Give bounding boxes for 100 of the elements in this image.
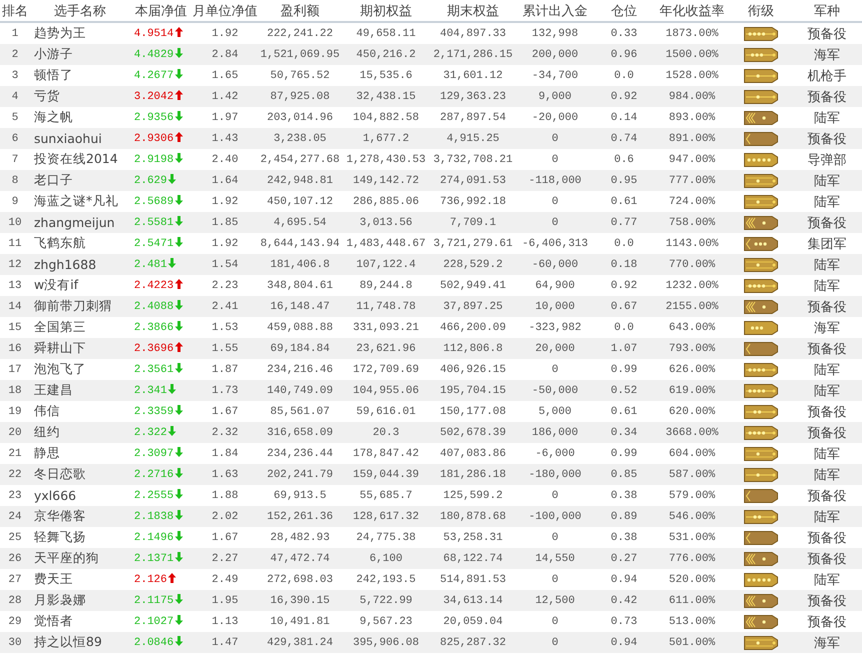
table-cell: 1.07 bbox=[594, 338, 654, 359]
net-value: 2.3696 bbox=[134, 343, 174, 355]
net-value: 2.4223 bbox=[134, 280, 174, 292]
table-cell: 5 bbox=[0, 107, 30, 128]
table-cell: 5,722.99 bbox=[342, 590, 430, 611]
table-cell: -20,000 bbox=[516, 107, 594, 128]
table-cell: 180,878.68 bbox=[430, 506, 516, 527]
table-cell: 31,601.12 bbox=[430, 65, 516, 86]
table-cell: 20,059.04 bbox=[430, 611, 516, 632]
table-cell: 御前带刀刺猬 bbox=[30, 296, 130, 317]
table-cell: 纽约 bbox=[30, 422, 130, 443]
table-cell: 104,882.58 bbox=[342, 107, 430, 128]
table-cell: 0.42 bbox=[594, 590, 654, 611]
table-cell: 0.89 bbox=[594, 506, 654, 527]
table-cell: 1.92 bbox=[192, 191, 258, 212]
table-cell: 32,438.15 bbox=[342, 86, 430, 107]
table-cell: 406,926.15 bbox=[430, 359, 516, 380]
table-cell: 23,621.96 bbox=[342, 338, 430, 359]
table-cell: 2,454,277.68 bbox=[258, 149, 342, 170]
table-cell: -118,000 bbox=[516, 170, 594, 191]
table-cell: 舜耕山下 bbox=[30, 338, 130, 359]
table-cell: 85,561.07 bbox=[258, 401, 342, 422]
table-cell: 1.87 bbox=[192, 359, 258, 380]
table-cell: 陆军 bbox=[792, 359, 862, 380]
net-value: 2.0846 bbox=[134, 637, 174, 649]
table-cell: 预备役 bbox=[792, 548, 862, 569]
table-cell: 3,732,708.21 bbox=[430, 149, 516, 170]
table-cell: 0.33 bbox=[594, 22, 654, 44]
table-cell: 预备役 bbox=[792, 590, 862, 611]
table-cell: 0.94 bbox=[594, 569, 654, 590]
table-cell: 0.96 bbox=[594, 44, 654, 65]
table-cell: 159,044.39 bbox=[342, 464, 430, 485]
table-cell: 579.00% bbox=[654, 485, 730, 506]
table-cell: 770.00% bbox=[654, 254, 730, 275]
table-cell: 47,472.74 bbox=[258, 548, 342, 569]
table-cell: 8 bbox=[0, 170, 30, 191]
table-cell: 149,142.72 bbox=[342, 170, 430, 191]
net-value: 2.322 bbox=[134, 427, 168, 439]
table-cell: 1.54 bbox=[192, 254, 258, 275]
net-value: 2.481 bbox=[134, 259, 168, 271]
table-cell: 预备役 bbox=[792, 22, 862, 44]
table-cell: 68,122.74 bbox=[430, 548, 516, 569]
table-cell: 274,091.53 bbox=[430, 170, 516, 191]
table-cell: 1.67 bbox=[192, 401, 258, 422]
table-cell: 620.00% bbox=[654, 401, 730, 422]
net-value: 2.2555 bbox=[134, 490, 174, 502]
net-value: 2.5581 bbox=[134, 217, 174, 229]
table-cell: 2,171,286.15 bbox=[430, 44, 516, 65]
table-cell: 0 bbox=[516, 149, 594, 170]
table-cell: 11,748.78 bbox=[342, 296, 430, 317]
table-cell: 893.00% bbox=[654, 107, 730, 128]
table-cell: 海军 bbox=[792, 317, 862, 338]
net-value: 2.9306 bbox=[134, 133, 174, 145]
table-cell: 0.77 bbox=[594, 212, 654, 233]
table-cell: 150,177.08 bbox=[430, 401, 516, 422]
table-cell: 287,897.54 bbox=[430, 107, 516, 128]
table-cell: 预备役 bbox=[792, 611, 862, 632]
table-cell: 16 bbox=[0, 338, 30, 359]
table-cell: 0.0 bbox=[594, 233, 654, 254]
table-cell: 月影袅娜 bbox=[30, 590, 130, 611]
table-cell: 3,013.56 bbox=[342, 212, 430, 233]
table-cell: 3,238.05 bbox=[258, 128, 342, 149]
table-cell: 23 bbox=[0, 485, 30, 506]
table-cell: 0.73 bbox=[594, 611, 654, 632]
table-cell: 1.95 bbox=[192, 590, 258, 611]
table-cell: 13 bbox=[0, 275, 30, 296]
table-cell: 海军 bbox=[792, 44, 862, 65]
table-cell: 17 bbox=[0, 359, 30, 380]
table-cell: 181,406.8 bbox=[258, 254, 342, 275]
table-cell: 793.00% bbox=[654, 338, 730, 359]
table-cell: 陆军 bbox=[792, 191, 862, 212]
table-cell: 11 bbox=[0, 233, 30, 254]
table-cell: 128,617.32 bbox=[342, 506, 430, 527]
table-cell: 0.34 bbox=[594, 422, 654, 443]
table-cell: 24,775.38 bbox=[342, 527, 430, 548]
table-cell: 21 bbox=[0, 443, 30, 464]
table-cell: 轻舞飞扬 bbox=[30, 527, 130, 548]
table-cell: 947.00% bbox=[654, 149, 730, 170]
table-cell: 222,241.22 bbox=[258, 22, 342, 44]
table-cell: -34,700 bbox=[516, 65, 594, 86]
table-cell: 1.64 bbox=[192, 170, 258, 191]
table-cell: 891.00% bbox=[654, 128, 730, 149]
table-cell: 海军 bbox=[792, 632, 862, 653]
table-cell: 集团军 bbox=[792, 233, 862, 254]
table-cell: 觉悟者 bbox=[30, 611, 130, 632]
net-value: 2.9356 bbox=[134, 112, 174, 124]
table-cell: 107,122.4 bbox=[342, 254, 430, 275]
table-cell: 0.99 bbox=[594, 359, 654, 380]
table-cell: 12,500 bbox=[516, 590, 594, 611]
table-cell: 0.52 bbox=[594, 380, 654, 401]
net-value: 4.4829 bbox=[134, 49, 174, 61]
table-cell: 3,721,279.61 bbox=[430, 233, 516, 254]
column-header: 盈利额 bbox=[258, 0, 342, 22]
table-cell: 4 bbox=[0, 86, 30, 107]
table-cell: 持之以恒89 bbox=[30, 632, 130, 653]
table-cell: 234,236.44 bbox=[258, 443, 342, 464]
table-cell: 513.00% bbox=[654, 611, 730, 632]
table-cell: 冬日恋歌 bbox=[30, 464, 130, 485]
net-value: 2.2716 bbox=[134, 469, 174, 481]
table-cell: 6 bbox=[0, 128, 30, 149]
